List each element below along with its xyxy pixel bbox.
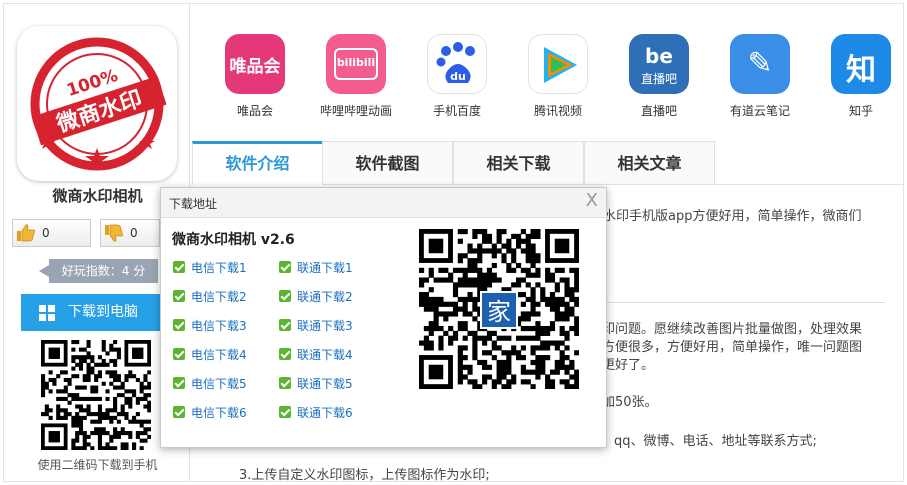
related-app-baidu[interactable]: du 手机百度 [407, 34, 507, 119]
like-count: 0 [42, 226, 50, 240]
telecom-download-link-5[interactable]: 电信下载5 [173, 375, 247, 392]
dialog-header: 下载地址 X [161, 188, 606, 218]
tencent-video-icon [528, 34, 588, 94]
content-tabs: 软件介绍 软件截图 相关下载 相关文章 [192, 141, 715, 185]
vipshop-icon: 唯品会 [225, 34, 285, 94]
related-app-zhihu[interactable]: 知 知乎 [811, 34, 907, 119]
check-icon [279, 290, 291, 302]
unicom-download-link-3[interactable]: 联通下载3 [279, 317, 353, 334]
download-dialog: 下载地址 X 微商水印相机 v2.6 电信下载1 电信下载2 电信下载3 电信下… [160, 187, 607, 448]
unicom-download-link-4[interactable]: 联通下载4 [279, 346, 353, 363]
telecom-download-link-2[interactable]: 电信下载2 [173, 288, 247, 305]
article-divider [600, 302, 885, 303]
related-app-tencent-video[interactable]: 腾讯视频 [508, 34, 608, 119]
zhihu-icon: 知 [831, 34, 891, 94]
tab-underline [712, 184, 904, 185]
svg-text:du: du [450, 70, 466, 83]
dislike-count: 0 [130, 226, 138, 240]
related-app-label: 手机百度 [432, 104, 481, 118]
related-app-label: 唯品会 [236, 104, 273, 118]
close-icon[interactable]: X [586, 190, 598, 211]
article-line: 加50张。 [602, 395, 658, 410]
check-icon [279, 319, 291, 331]
related-app-vipshop[interactable]: 唯品会 唯品会 [205, 34, 305, 119]
download-qr-code [41, 340, 151, 450]
thumbs-up-icon [17, 224, 35, 242]
windows-icon [39, 305, 55, 321]
youdao-note-icon: ✎ [730, 34, 790, 94]
dialog-app-version: 微商水印相机 v2.6 [172, 232, 295, 248]
baidu-icon: du [427, 34, 487, 94]
dialog-qr-code: 家 [419, 229, 580, 390]
tab-related-downloads[interactable]: 相关下载 [453, 141, 584, 185]
check-icon [173, 348, 185, 360]
scan-tip: 使用二维码下载到手机 [37, 458, 158, 472]
article-line: 3.上传自定义水印图标，上传图标作为水印; [239, 468, 490, 483]
check-icon [173, 406, 185, 418]
related-app-label: 腾讯视频 [533, 104, 582, 118]
related-app-label: 哔哩哔哩动画 [319, 104, 392, 118]
telecom-download-link-3[interactable]: 电信下载3 [173, 317, 247, 334]
check-icon [173, 377, 185, 389]
check-icon [279, 261, 291, 273]
dialog-title: 下载地址 [169, 197, 218, 211]
related-app-label: 有道云笔记 [729, 104, 790, 118]
check-icon [279, 406, 291, 418]
unicom-download-link-1[interactable]: 联通下载1 [279, 259, 353, 276]
article-line: 方便很多，方便好用，简单操作，唯一问题图 [602, 340, 863, 355]
bilibili-icon: bilibili [326, 34, 386, 94]
related-app-bilibili[interactable]: bilibili 哔哩哔哩动画 [306, 34, 406, 119]
zhibo8-icon: be 直播吧 [629, 34, 689, 94]
related-app-zhibo8[interactable]: be 直播吧 直播吧 [609, 34, 709, 119]
article-line: 更好了。 [602, 358, 655, 373]
tab-related-articles[interactable]: 相关文章 [584, 141, 715, 185]
check-icon [173, 261, 185, 273]
app-logo: 100% 微商水印 [17, 26, 177, 181]
download-to-pc-button[interactable]: 下载到电脑 [21, 294, 161, 331]
unicom-download-link-6[interactable]: 联通下载6 [279, 404, 353, 421]
check-icon [279, 348, 291, 360]
check-icon [173, 290, 185, 302]
related-app-youdao-note[interactable]: ✎ 有道云笔记 [710, 34, 810, 119]
check-icon [173, 319, 185, 331]
telecom-download-link-1[interactable]: 电信下载1 [173, 259, 247, 276]
logo-text-main: 微商水印 [53, 86, 146, 138]
related-app-label: 直播吧 [640, 104, 677, 118]
tab-intro[interactable]: 软件介绍 [192, 141, 323, 185]
thumbs-down-icon [105, 224, 123, 242]
article-line: qq、微博、电话、地址等联系方式; [614, 434, 817, 449]
telecom-download-link-6[interactable]: 电信下载6 [173, 404, 247, 421]
unicom-download-link-2[interactable]: 联通下载2 [279, 288, 353, 305]
download-to-pc-label: 下载到电脑 [68, 304, 138, 320]
article-line: 印问题。愿继续改善图片批量做图，处理效果 [602, 322, 863, 337]
score-badge: 好玩指数：4 分 [39, 259, 158, 283]
like-button[interactable]: 0 [12, 219, 91, 247]
check-icon [279, 377, 291, 389]
qr-center-logo: 家 [480, 291, 518, 329]
article-line: 水印手机版app方便好用，简单操作，微商们 [603, 209, 862, 224]
telecom-download-link-4[interactable]: 电信下载4 [173, 346, 247, 363]
unicom-download-link-5[interactable]: 联通下载5 [279, 375, 353, 392]
related-apps-strip: 唯品会 唯品会 bilibili 哔哩哔哩动画 du 手机百度 腾讯视频 be … [190, 4, 904, 134]
related-app-label: 知乎 [848, 104, 873, 118]
dislike-button[interactable]: 0 [100, 219, 160, 247]
tab-screenshots[interactable]: 软件截图 [322, 141, 453, 185]
